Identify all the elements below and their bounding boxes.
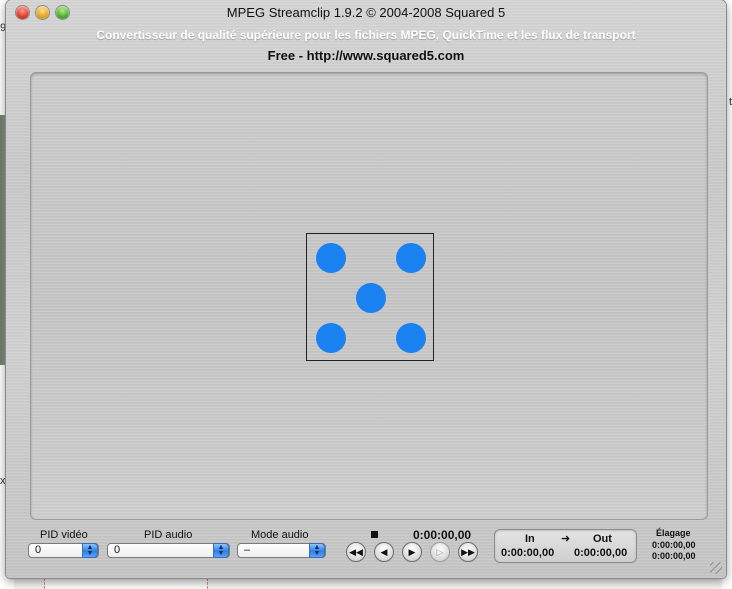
pid-audio-label: PID audio [144, 529, 193, 541]
trim-value-start: 0:00:00,00 [652, 540, 696, 550]
trim-value-end: 0:00:00,00 [652, 551, 696, 561]
pid-video-value: 0 [35, 544, 42, 556]
mode-audio-value: – [244, 544, 251, 556]
rewind-button[interactable]: ◀◀ [346, 542, 366, 562]
trim-label: Élagage [656, 528, 691, 538]
play-button[interactable]: ▶ [402, 542, 422, 562]
step-forward-button[interactable]: ▷ [430, 542, 450, 562]
mode-audio-label: Mode audio [251, 529, 309, 541]
stop-icon[interactable] [371, 531, 378, 538]
popup-arrows-icon: ▲ ▼ [213, 543, 229, 558]
in-timecode: 0:00:00,00 [501, 547, 555, 559]
out-timecode: 0:00:00,00 [574, 547, 628, 559]
desktop-text-fragment: x [0, 475, 6, 487]
app-subtitle: Convertisseur de qualité supérieure pour… [96, 28, 636, 42]
current-timecode: 0:00:00,00 [413, 528, 472, 542]
dice-dot [396, 323, 426, 353]
step-back-button[interactable]: ◀ [374, 542, 394, 562]
dice-dot [356, 283, 386, 313]
pid-audio-value: 0 [114, 544, 121, 556]
app-website: Free - http://www.squared5.com [267, 48, 465, 63]
dice-five-icon [306, 233, 434, 361]
window-title: MPEG Streamclip 1.9.2 © 2004-2008 Square… [226, 5, 506, 20]
out-label[interactable]: Out [593, 533, 612, 545]
title-bar[interactable]: MPEG Streamclip 1.9.2 © 2004-2008 Square… [6, 0, 726, 24]
popup-arrows-icon: ▲ ▼ [309, 543, 325, 558]
in-label[interactable]: In [525, 533, 535, 545]
dice-dot [316, 243, 346, 273]
pid-audio-select[interactable]: 0 ▲ ▼ [107, 543, 230, 558]
resize-grip-icon[interactable] [710, 562, 722, 574]
video-preview-area[interactable] [30, 72, 708, 520]
fast-forward-button[interactable]: ▶▶ [458, 542, 478, 562]
mode-audio-select[interactable]: – ▲ ▼ [237, 543, 326, 558]
dice-dot [316, 323, 346, 353]
desktop-bottom-fragment [44, 578, 208, 589]
popup-arrows-icon: ▲ ▼ [82, 543, 98, 558]
arrow-right-icon: ➜ [561, 533, 571, 545]
dice-dot [396, 243, 426, 273]
pid-video-select[interactable]: 0 ▲ ▼ [28, 543, 99, 558]
in-out-panel: In ➜ Out 0:00:00,00 0:00:00,00 [494, 529, 637, 563]
pid-video-label: PID vidéo [40, 529, 88, 541]
app-window: MPEG Streamclip 1.9.2 © 2004-2008 Square… [6, 0, 726, 578]
